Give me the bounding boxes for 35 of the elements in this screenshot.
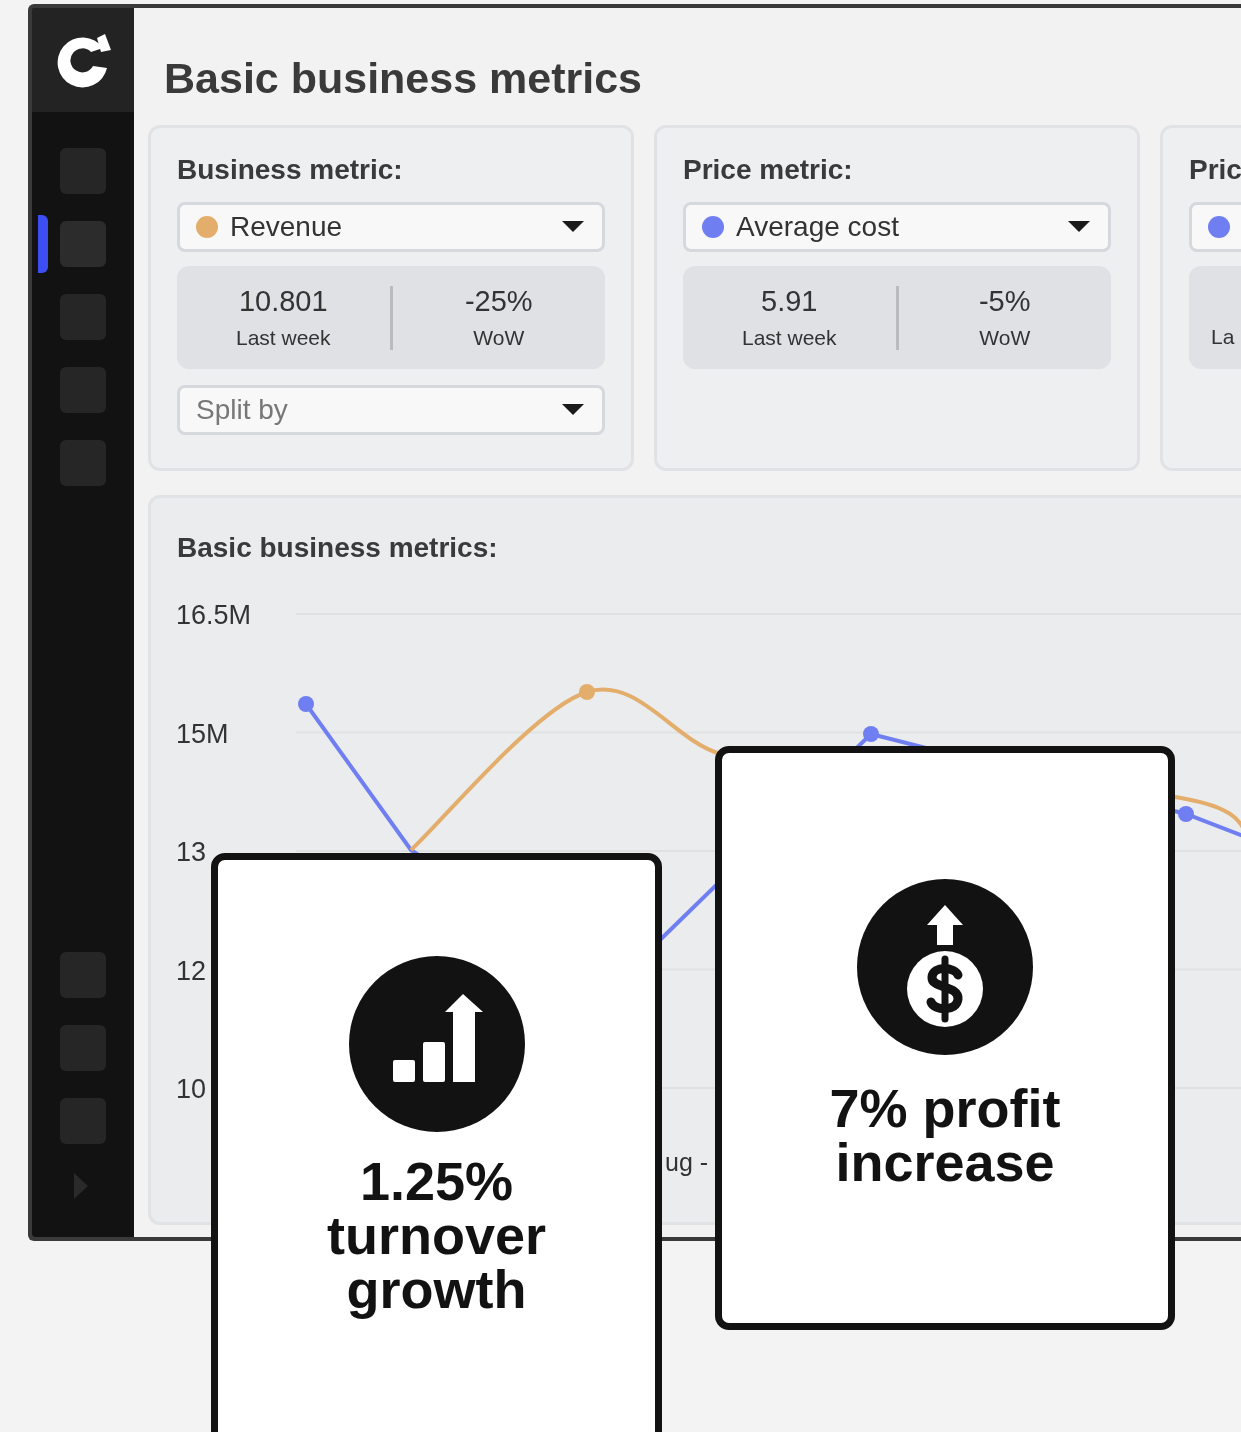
stat-label: WoW [979,326,1031,350]
split-dropdown[interactable]: Split by [177,385,605,435]
caret-icon [1068,221,1090,233]
axis-label: 15M [176,718,229,749]
chart-title: Basic business metrics: [177,532,499,564]
axis-label: 13 [176,837,207,867]
data-point [863,726,879,742]
metric-dropdown[interactable]: Average cost [683,202,1111,252]
axis-label: 10 [176,1074,207,1104]
card-title: Price metric: [683,154,854,186]
dropdown-value: Average cost [736,211,900,243]
stat-label: Last week [235,326,331,350]
card-title: Pric [1189,154,1241,186]
highlight-text: 7% profit increase [828,1081,1062,1189]
stat-label: Last week [741,326,837,350]
stat-value: 10.801 [238,285,328,318]
caret-icon [562,404,584,416]
axis-label: 12 [176,955,207,986]
stat-value: 5.91 [761,285,818,318]
sidebar-item[interactable] [60,221,106,267]
axis-label: ug - [665,1148,709,1176]
data-point [579,684,595,700]
metric-dropdown[interactable]: Revenue [177,202,605,252]
caret-icon [562,221,584,233]
card-title: Business metric: [177,154,404,186]
data-point [298,696,314,712]
stat-value: -25% [464,285,533,318]
stat-value: -5% [978,285,1031,318]
dropdown-value: Revenue [230,211,344,243]
axis-label: 16.5M [176,600,252,630]
expand-icon[interactable] [72,1171,90,1201]
page-title: Basic business metrics [164,54,644,103]
data-point [1178,806,1194,822]
stat-label: WoW [473,326,525,350]
stat-label: La [1211,324,1235,349]
